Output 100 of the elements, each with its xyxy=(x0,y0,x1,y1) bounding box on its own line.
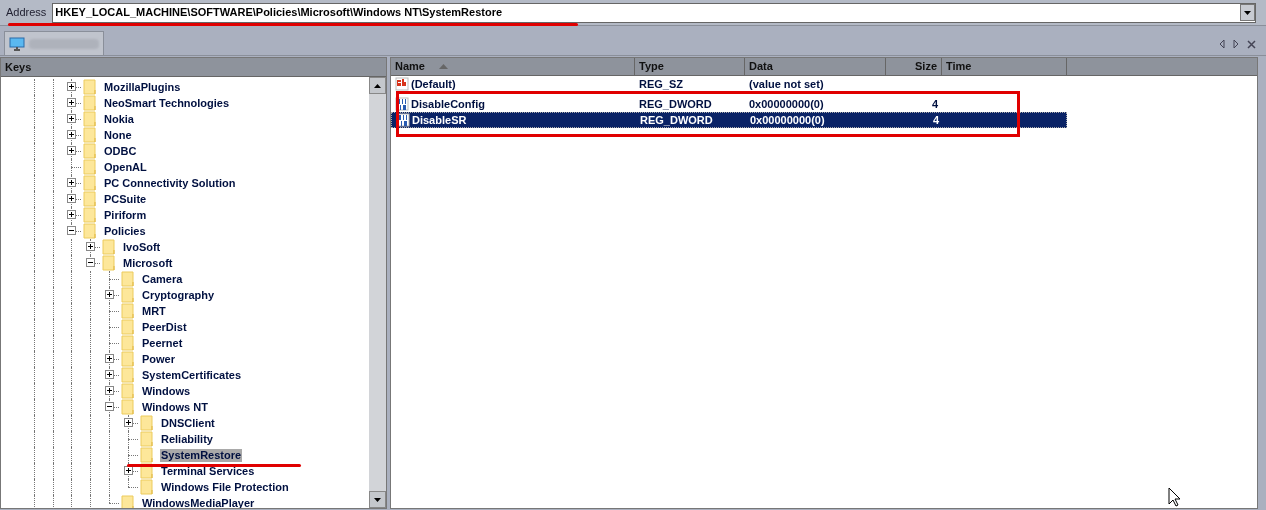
collapse-button[interactable] xyxy=(67,226,76,235)
table-cell-text: DisableSR xyxy=(412,112,467,128)
folder-icon xyxy=(83,207,99,223)
scroll-up-icon[interactable] xyxy=(374,83,381,88)
tree-item[interactable]: MozillaPlugins xyxy=(103,80,182,94)
tree-item[interactable]: OpenAL xyxy=(103,160,148,174)
tree-item[interactable]: Windows File Protection xyxy=(160,480,290,494)
column-header[interactable]: Time xyxy=(942,58,1067,75)
plus-icon xyxy=(69,196,74,201)
folder-icon xyxy=(121,271,137,287)
scrollbar[interactable] xyxy=(369,77,386,508)
expand-button[interactable] xyxy=(105,290,114,299)
folder-icon xyxy=(102,239,118,255)
expand-button[interactable] xyxy=(67,178,76,187)
tree-item[interactable]: WindowsMediaPlayer xyxy=(141,496,256,508)
scroll-down-icon[interactable] xyxy=(374,497,381,502)
tree-item[interactable]: NeoSmart Technologies xyxy=(103,96,231,110)
expand-button[interactable] xyxy=(67,82,76,91)
tree-item[interactable]: Terminal Services xyxy=(160,464,256,478)
plus-icon xyxy=(126,420,131,425)
expand-button[interactable] xyxy=(67,130,76,139)
folder-icon xyxy=(121,287,137,303)
collapse-button[interactable] xyxy=(105,402,114,411)
minus-icon xyxy=(69,228,74,233)
table-cell-text: (Default) xyxy=(411,76,456,92)
scroll-right-icon[interactable] xyxy=(1233,39,1239,49)
plus-icon xyxy=(69,212,74,217)
plus-icon xyxy=(69,100,74,105)
folder-icon xyxy=(83,95,99,111)
tree-item[interactable]: Windows xyxy=(141,384,192,398)
value-row[interactable]: DisableConfig REG_DWORD 0x00000000(0) 4 xyxy=(391,96,1067,112)
tree-item[interactable]: Piriform xyxy=(103,208,148,222)
tree-item[interactable]: DNSClient xyxy=(160,416,216,430)
tree-item[interactable]: PCSuite xyxy=(103,192,148,206)
folder-icon xyxy=(83,79,99,95)
tree-item[interactable]: IvoSoft xyxy=(122,240,162,254)
address-field[interactable]: HKEY_LOCAL_MACHINE\SOFTWARE\Policies\Microsoft\Windows NT\SystemRestore xyxy=(52,2,1256,23)
plus-icon xyxy=(107,356,112,361)
folder-icon xyxy=(140,479,156,495)
tree-item[interactable]: MRT xyxy=(141,304,167,318)
tree-item[interactable]: Peernet xyxy=(141,336,184,350)
folder-icon xyxy=(140,415,156,431)
column-header[interactable]: Name xyxy=(391,58,635,75)
folder-icon xyxy=(83,111,99,127)
table-cell: REG_DWORD xyxy=(640,113,713,126)
value-row[interactable]: DisableSR REG_DWORD 0x00000000(0) 4 xyxy=(391,112,1067,128)
tree-item[interactable]: Camera xyxy=(141,272,184,286)
folder-icon xyxy=(83,159,99,175)
tree-item[interactable]: Nokia xyxy=(103,112,135,126)
folder-icon xyxy=(121,495,137,508)
plus-icon xyxy=(69,132,74,137)
table-cell-text: DisableConfig xyxy=(411,96,485,112)
expand-button[interactable] xyxy=(67,98,76,107)
string-value-icon xyxy=(395,77,409,91)
dropdown-button[interactable] xyxy=(1240,4,1255,21)
plus-icon xyxy=(69,84,74,89)
column-header[interactable]: Size xyxy=(886,58,942,75)
tree-item[interactable]: PC Connectivity Solution xyxy=(103,176,237,190)
tree-item[interactable]: Microsoft xyxy=(122,256,174,270)
tree-item[interactable]: Reliability xyxy=(160,432,214,446)
keys-header: Keys xyxy=(1,58,386,77)
tree-item[interactable]: PeerDist xyxy=(141,320,188,334)
collapse-button[interactable] xyxy=(86,258,95,267)
tree-item[interactable]: None xyxy=(103,128,133,142)
expand-button[interactable] xyxy=(124,418,133,427)
folder-icon xyxy=(83,223,99,239)
folder-icon xyxy=(83,143,99,159)
plus-icon xyxy=(107,292,112,297)
tree-item[interactable]: ODBC xyxy=(103,144,138,158)
expand-button[interactable] xyxy=(67,194,76,203)
sort-ascending-icon xyxy=(438,64,448,69)
column-header[interactable]: Type xyxy=(635,58,745,75)
expand-button[interactable] xyxy=(105,386,114,395)
expand-button[interactable] xyxy=(67,114,76,123)
tree-item[interactable]: Policies xyxy=(103,224,147,238)
tree-item[interactable]: Power xyxy=(141,352,176,366)
table-cell: 4 xyxy=(932,113,939,126)
caret-down-icon xyxy=(1244,10,1251,15)
expand-button[interactable] xyxy=(105,370,114,379)
tree-item[interactable]: SystemCertificates xyxy=(141,368,243,382)
tree-item[interactable]: Cryptography xyxy=(141,288,216,302)
table-cell: 0x00000000(0) xyxy=(749,97,824,110)
table-cell: 4 xyxy=(931,97,938,110)
expand-button[interactable] xyxy=(86,242,95,251)
folder-icon xyxy=(121,383,137,399)
folder-icon xyxy=(83,191,99,207)
plus-icon xyxy=(69,116,74,121)
expand-button[interactable] xyxy=(67,146,76,155)
tree-item[interactable]: Windows NT xyxy=(141,400,209,414)
plus-icon xyxy=(107,372,112,377)
close-icon[interactable] xyxy=(1247,39,1256,49)
scroll-left-icon[interactable] xyxy=(1219,39,1225,49)
column-header[interactable]: Data xyxy=(745,58,886,75)
address-value: HKEY_LOCAL_MACHINE\SOFTWARE\Policies\Microsoft\Windows NT\SystemRestore xyxy=(55,5,504,21)
expand-button[interactable] xyxy=(105,354,114,363)
expand-button[interactable] xyxy=(67,210,76,219)
value-row[interactable]: (Default) REG_SZ (value not set) xyxy=(391,76,1067,92)
folder-icon xyxy=(140,463,156,479)
tree-item[interactable]: SystemRestore xyxy=(160,448,243,462)
folder-icon xyxy=(121,335,137,351)
